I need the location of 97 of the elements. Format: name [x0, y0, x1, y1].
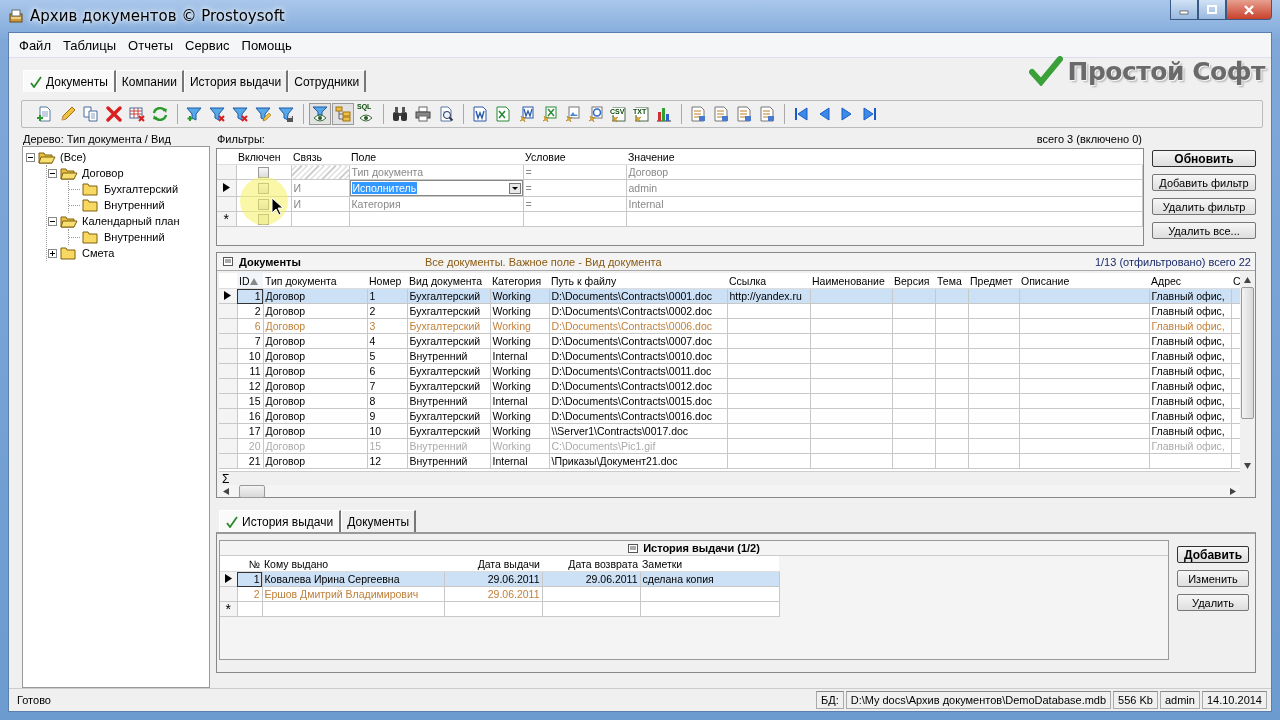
tab[interactable]: История выдачи: [219, 510, 342, 532]
dropdown-icon: [508, 182, 521, 194]
table-icon: [628, 543, 639, 553]
panel-title: Документы: [239, 255, 302, 268]
checkbox[interactable]: [258, 214, 269, 226]
panel-title: История выдачи (1/2): [643, 542, 760, 554]
status-text: D:\My docs\Архив документов\DemoDatabase.mdb: [845, 691, 1112, 709]
button[interactable]: Обновить: [1152, 150, 1256, 167]
column-header[interactable]: Включен: [236, 149, 291, 165]
column-header[interactable]: Связь: [291, 149, 349, 165]
maximize-button[interactable]: [1198, 0, 1226, 20]
tree-item[interactable]: Смета: [80, 247, 117, 259]
open-folder-icon: [38, 150, 56, 164]
filters-caption: Фильтры:: [217, 133, 265, 147]
column-header[interactable]: Путь к файлу: [549, 273, 727, 289]
maximize-icon: [1207, 4, 1217, 15]
table-icon: [223, 257, 233, 266]
tree-caption: Дерево: Тип документа / Вид: [22, 132, 172, 146]
tab[interactable]: Документы: [23, 70, 116, 92]
summary-marker: Σ: [222, 471, 230, 486]
collapse-icon[interactable]: [48, 168, 57, 178]
expand-icon[interactable]: [48, 248, 57, 258]
column-header[interactable]: Заметки: [640, 556, 779, 572]
status-text: БД:: [816, 691, 844, 709]
window-title: Архив документов © Prostoysoft: [30, 7, 285, 25]
scroll-right-icon: [1230, 487, 1236, 495]
button[interactable]: Добавить фильтр: [1152, 174, 1256, 191]
check-icon: [1029, 56, 1064, 86]
scroll-down-icon: [1244, 463, 1251, 469]
column-header[interactable]: №: [237, 556, 262, 572]
tab[interactable]: Сотрудники: [288, 70, 367, 92]
horizontal-scrollbar[interactable]: [219, 485, 1240, 497]
minimize-button[interactable]: [1170, 0, 1198, 20]
button[interactable]: Добавить: [1177, 546, 1249, 563]
tree-item[interactable]: Внутренний: [102, 199, 167, 211]
scroll-thumb[interactable]: [1241, 287, 1254, 419]
tree-item[interactable]: Бухгалтерский: [102, 183, 181, 195]
tree-item[interactable]: (Все): [58, 151, 89, 163]
checkbox[interactable]: [258, 199, 269, 211]
tree-icon[interactable]: [332, 103, 354, 125]
button[interactable]: Удалить все...: [1152, 222, 1256, 239]
close-icon: [1243, 4, 1255, 15]
logo-text: Простой Софт: [1067, 56, 1265, 86]
filter-eye-icon[interactable]: [309, 103, 331, 125]
close-button[interactable]: [1226, 0, 1272, 20]
status-text: 556 Kb: [1113, 691, 1158, 709]
tab[interactable]: Документы: [341, 510, 417, 532]
status-text: admin: [1159, 691, 1200, 709]
check-icon: [30, 75, 42, 88]
check-icon: [226, 515, 238, 528]
column-header[interactable]: Поле: [349, 149, 523, 165]
column-header[interactable]: Условие: [523, 149, 626, 165]
panel-subtitle: Все документы. Важное поле - Вид документа: [425, 255, 662, 268]
column-header[interactable]: Тип документа: [263, 273, 367, 289]
cursor-highlight: [240, 177, 288, 225]
checkbox[interactable]: [258, 183, 269, 195]
column-header[interactable]: Значение: [626, 149, 1143, 165]
button[interactable]: Удалить фильтр: [1152, 198, 1256, 215]
record-count: 1/13 (отфильтровано) всего 22: [1094, 255, 1251, 268]
menu-item[interactable]: Помощь: [235, 37, 298, 53]
tab[interactable]: История выдачи: [184, 70, 289, 92]
button[interactable]: Изменить: [1177, 570, 1249, 587]
filters-summary: всего 3 (включено 0): [1036, 133, 1142, 147]
app-icon: [8, 8, 24, 24]
status-text: Готово: [16, 693, 52, 708]
checkbox[interactable]: [258, 167, 269, 179]
button[interactable]: Удалить: [1177, 594, 1249, 611]
column-header[interactable]: Дата возврата: [542, 556, 640, 572]
row-pointer-icon: [222, 183, 230, 192]
row-pointer-icon: [224, 574, 232, 583]
column-header[interactable]: Дата выдачи: [444, 556, 542, 572]
scroll-left-icon: [223, 487, 229, 495]
folder-icon: [82, 230, 100, 244]
open-folder-icon: [60, 214, 78, 228]
tree-item[interactable]: Договор: [80, 167, 126, 179]
folder-icon: [82, 198, 100, 212]
tab[interactable]: Компании: [115, 70, 184, 92]
scroll-up-icon: [1244, 277, 1251, 283]
menu-item[interactable]: Файл: [13, 37, 57, 53]
eye-icon: [359, 114, 373, 122]
open-folder-icon: [60, 166, 78, 180]
tree-item[interactable]: Календарный план: [80, 215, 182, 227]
column-header[interactable]: Кому выдано: [262, 556, 444, 572]
delete-icon[interactable]: [103, 103, 125, 125]
menu-item[interactable]: Сервис: [179, 37, 236, 53]
menu-item[interactable]: Таблицы: [56, 37, 123, 53]
collapse-icon[interactable]: [26, 152, 35, 162]
sort-icon: [249, 277, 258, 285]
tree-item[interactable]: Внутренний: [102, 231, 167, 243]
row-pointer-icon: [224, 291, 232, 300]
folder-icon: [60, 246, 78, 260]
folder-icon: [82, 182, 100, 196]
status-text: 14.10.2014: [1201, 691, 1267, 709]
collapse-icon[interactable]: [48, 216, 57, 226]
menu-item[interactable]: Отчеты: [122, 37, 179, 53]
column-header[interactable]: ID: [237, 273, 263, 289]
printer-icon[interactable]: [412, 103, 434, 125]
